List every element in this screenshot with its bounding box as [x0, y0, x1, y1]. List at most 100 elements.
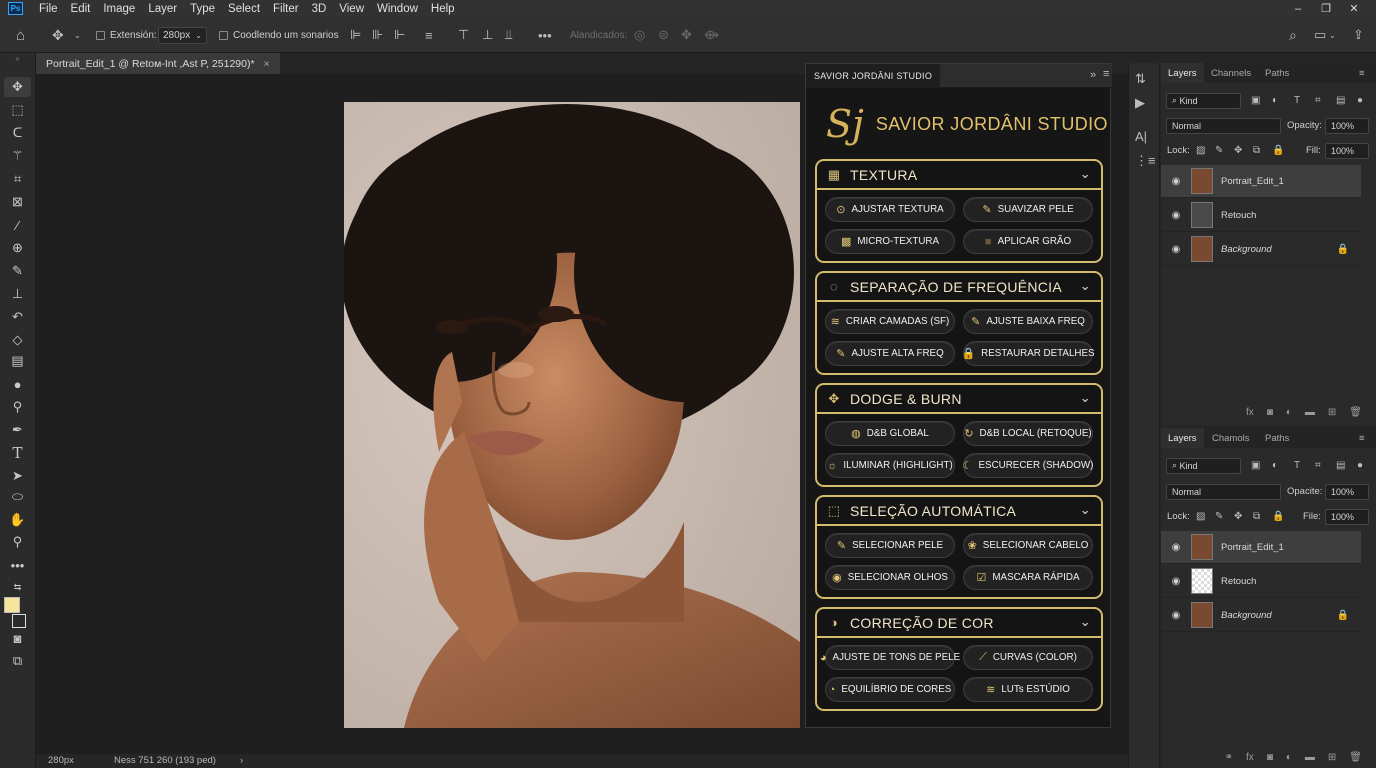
menu-window[interactable]: Window — [371, 3, 425, 15]
workspace-icon[interactable]: ▭ — [1314, 17, 1326, 53]
menu-help[interactable]: Help — [425, 3, 462, 15]
workspace-chevron-icon[interactable]: ⌄ — [1329, 17, 1336, 53]
adjustment-filter-icon[interactable]: ◐ — [1272, 95, 1278, 106]
new-layer-icon[interactable]: ⊞ — [1328, 407, 1336, 418]
lock-position-icon[interactable]: ✥ — [1234, 511, 1242, 522]
eye-icon[interactable]: ◉ — [1161, 576, 1191, 587]
restaurar-detalhes-button[interactable]: 🔒 RESTAURAR DETALHES — [961, 341, 1095, 366]
panel-menu-icon[interactable]: ≡ — [1103, 68, 1109, 80]
equilibrio-cores-button[interactable]: ◔ EQUILÍBRIO DE CORES — [825, 677, 955, 702]
frame-tool-icon[interactable]: ⊠ — [4, 192, 31, 212]
foreground-color-swatch[interactable] — [4, 597, 20, 613]
status-zoom[interactable]: 280px — [48, 755, 74, 766]
eye-icon[interactable]: ◉ — [1161, 610, 1191, 621]
ajuste-alta-freq-button[interactable]: ✎ AJUSTE ALTA FREQ — [825, 341, 955, 366]
path-selection-tool-icon[interactable]: ➤ — [4, 466, 31, 486]
section-header[interactable]: ▦ TEXTURA ⌄ — [817, 161, 1101, 190]
new-group-icon[interactable]: ▬ — [1305, 407, 1315, 418]
shape-filter-icon[interactable]: ⌗ — [1315, 460, 1321, 471]
history-icon[interactable]: ⇅ — [1135, 71, 1146, 87]
move-tool-icon[interactable]: ✥ — [4, 77, 31, 97]
dodge-tool-icon[interactable]: ⚲ — [4, 397, 31, 417]
background-color-swatch[interactable] — [12, 614, 26, 628]
lock-transparent-icon[interactable]: ▨ — [1196, 511, 1205, 522]
layer-row[interactable]: ◉ Retouch — [1161, 565, 1361, 598]
collapse-panel-icon[interactable]: » — [1090, 69, 1096, 81]
actions-play-icon[interactable]: ▶ — [1135, 95, 1145, 111]
aplicar-grao-button[interactable]: ■ APLICAR GRÃO — [963, 229, 1093, 254]
link-layers-icon[interactable]: ⚭ — [1225, 752, 1233, 763]
smart-object-filter-icon[interactable]: ▤ — [1336, 460, 1345, 471]
pan-3d-icon[interactable]: ✥ — [681, 17, 692, 53]
fx-icon[interactable]: fx — [1246, 752, 1254, 763]
panel-menu-icon[interactable]: ≡ — [1359, 428, 1365, 448]
move-tool-icon[interactable]: ✥ — [52, 17, 64, 53]
coodlendo-option[interactable]: Coodlendo um sonarios — [219, 17, 339, 53]
ajuste-tons-pele-button[interactable]: ◕ AJUSTE DE TONS DE PELE — [820, 645, 960, 670]
section-header[interactable]: ⬚ SELEÇÃO AUTOMÁTICA ⌄ — [817, 497, 1101, 526]
criar-camadas-button[interactable]: ≋ CRIAR CAMADAS (SF) — [825, 309, 955, 334]
collapse-toolbar-icon[interactable]: » — [4, 54, 31, 63]
mascara-rapida-button[interactable]: ☑ MASCARA RÁPIDA — [963, 565, 1093, 590]
section-header[interactable]: ◑ CORREÇÃO DE COR ⌄ — [817, 609, 1101, 638]
fill-input[interactable]: 100% — [1325, 508, 1369, 525]
lock-pixels-icon[interactable]: ✎ — [1215, 145, 1223, 156]
layer-row[interactable]: ◉ Portrait_Edit_1 — [1161, 531, 1361, 564]
selecionar-cabelo-button[interactable]: ❀ SELECIONAR CABELO — [963, 533, 1093, 558]
add-mask-icon[interactable]: ◙ — [1267, 407, 1273, 418]
section-header[interactable]: ◌ SEPARAÇÃO DE FREQUÊNCIA ⌄ — [817, 273, 1101, 302]
type-filter-icon[interactable]: T — [1294, 95, 1300, 106]
tab-channels[interactable]: Chamols — [1212, 428, 1250, 448]
share-icon[interactable]: ⇪ — [1353, 17, 1364, 53]
screen-mode-icon[interactable]: ⧉ — [4, 651, 31, 671]
plugin-tab[interactable]: SAVIOR JORDÂNI STUDIO — [806, 64, 941, 88]
kind-filter-dropdown[interactable]: ⌕ Kind — [1166, 92, 1241, 109]
lock-pixels-icon[interactable]: ✎ — [1215, 511, 1223, 522]
menu-select[interactable]: Select — [222, 3, 267, 15]
extension-dropdown[interactable]: 280px ⌄ — [158, 26, 207, 44]
lock-transparent-icon[interactable]: ▨ — [1196, 145, 1205, 156]
smart-object-filter-icon[interactable]: ▤ — [1336, 95, 1345, 106]
ajuste-baixa-freq-button[interactable]: ✎ AJUSTE BAIXA FREQ — [963, 309, 1093, 334]
clone-stamp-tool-icon[interactable]: ⊥ — [4, 284, 31, 304]
align-middle-icon[interactable]: ⊥ — [482, 17, 493, 53]
lock-all-icon[interactable]: 🔒 — [1272, 145, 1284, 156]
opacity-input[interactable]: 100% — [1325, 117, 1369, 134]
section-header[interactable]: ✥ DODGE & BURN ⌄ — [817, 385, 1101, 414]
adjustment-layer-icon[interactable]: ◐ — [1286, 407, 1292, 418]
chevron-down-icon[interactable]: ⌄ — [1080, 614, 1091, 630]
layer-row[interactable]: ◉ Background 🔒 — [1161, 599, 1361, 632]
paragraph-settings-icon[interactable]: ⋮≡ — [1135, 153, 1156, 169]
slide-3d-icon[interactable]: ⟴ — [704, 17, 719, 53]
panel-menu-icon[interactable]: ≡ — [1359, 63, 1365, 83]
kind-filter-dropdown[interactable]: ⌕ Kind — [1166, 457, 1241, 474]
shape-filter-icon[interactable]: ⌗ — [1315, 95, 1321, 106]
history-brush-tool-icon[interactable]: ↶ — [4, 307, 31, 327]
menu-filter[interactable]: Filter — [267, 3, 306, 15]
delete-layer-icon[interactable]: 🗑 — [1349, 407, 1362, 418]
pen-tool-icon[interactable]: ✒ — [4, 420, 31, 440]
adjustment-filter-icon[interactable]: ◐ — [1272, 460, 1278, 471]
adjustment-layer-icon[interactable]: ◐ — [1286, 752, 1292, 763]
close-window-button[interactable]: ✕ — [1340, 0, 1368, 17]
menu-type[interactable]: Type — [184, 3, 222, 15]
eyedropper-tool-icon[interactable]: ⁄ — [4, 215, 31, 235]
blend-mode-dropdown[interactable]: Normal — [1166, 117, 1281, 134]
tab-channels[interactable]: Channels — [1211, 63, 1251, 83]
tool-preset-chevron-icon[interactable]: ⌄ — [74, 17, 81, 53]
chevron-down-icon[interactable]: ⌄ — [1080, 502, 1091, 518]
edit-toolbar-icon[interactable]: ••• — [4, 555, 31, 575]
escurecer-button[interactable]: ☾ ESCURECER (SHADOW) — [963, 453, 1093, 478]
layer-row[interactable]: ◉ Background 🔒 — [1161, 233, 1361, 266]
restore-button[interactable]: ❐ — [1312, 0, 1340, 17]
lasso-tool-icon[interactable]: ᑕ — [4, 123, 31, 143]
search-icon[interactable]: ⌕ — [1289, 17, 1297, 53]
document-tab[interactable]: Portrait_Edit_1 @ Retoм-Int ,Ast P, 2512… — [36, 53, 280, 74]
micro-textura-button[interactable]: ▩ MICRO-TEXTURA — [825, 229, 955, 254]
portrait-photo[interactable] — [344, 102, 800, 728]
minimize-button[interactable]: – — [1284, 0, 1312, 17]
menu-3d[interactable]: 3D — [306, 3, 334, 15]
iluminar-button[interactable]: ☼ ILUMINAR (HIGHLIGHT) — [825, 453, 955, 478]
crop-tool-icon[interactable]: ⌗ — [4, 169, 31, 189]
menu-view[interactable]: View — [333, 3, 371, 15]
